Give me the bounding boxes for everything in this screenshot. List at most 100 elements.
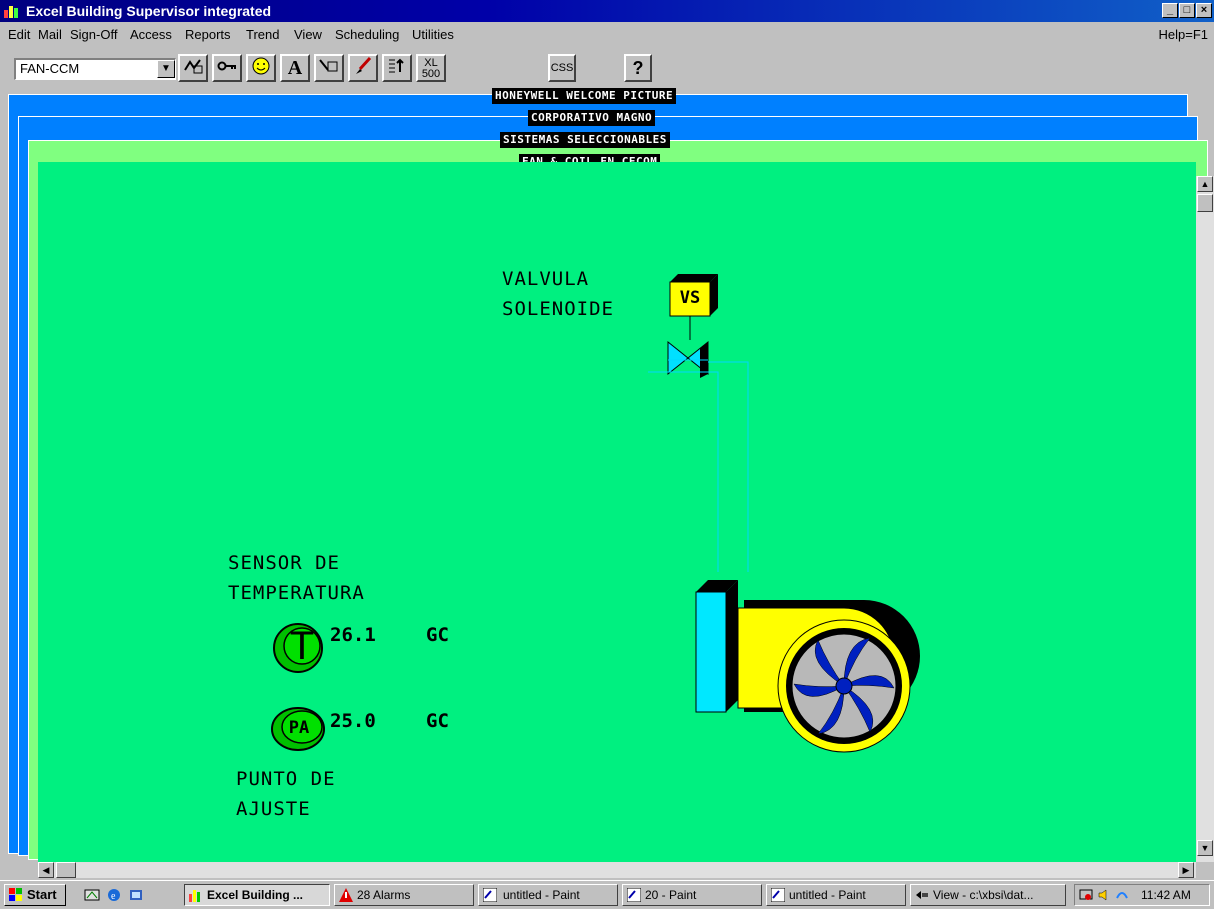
- svg-text:e: e: [111, 891, 116, 902]
- setpoint-label-line1: PUNTO DE: [236, 768, 336, 790]
- alarm-tool-button[interactable]: [178, 54, 208, 82]
- task-view-file[interactable]: View - c:\xbsi\dat...: [910, 884, 1066, 906]
- css-button[interactable]: CSS: [548, 54, 576, 82]
- menu-sign-off[interactable]: Sign-Off: [70, 24, 117, 46]
- scroll-left-icon[interactable]: ◀: [38, 862, 54, 878]
- app-icon: [4, 6, 18, 18]
- fan-coil-graphic: VALVULA SOLENOIDE VS SENSOR DE TEMPERATU…: [38, 162, 1196, 862]
- fan-coil-unit[interactable]: [694, 572, 924, 772]
- task-label: View - c:\xbsi\dat...: [933, 888, 1034, 902]
- taskbar: Start e Excel Building ... 28 Alarms unt…: [0, 880, 1214, 909]
- maximize-button[interactable]: □: [1179, 3, 1195, 18]
- point-tool-button[interactable]: [314, 54, 344, 82]
- workspace: HONEYWELL WELCOME PICTURE CORPORATIVO MA…: [0, 86, 1214, 878]
- key-icon: [217, 61, 236, 71]
- start-label: Start: [27, 887, 57, 902]
- paint-icon: [627, 888, 641, 902]
- setpoint-label-line2: AJUSTE: [236, 798, 311, 820]
- menu-view[interactable]: View: [294, 24, 322, 46]
- list-icon: [389, 58, 404, 73]
- temperature-value[interactable]: 26.1: [330, 624, 376, 646]
- coil-piping: [648, 359, 749, 572]
- title-bar[interactable]: Excel Building Supervisor integrated _ □…: [0, 0, 1214, 22]
- internet-explorer-icon[interactable]: e: [106, 887, 122, 903]
- minimize-button[interactable]: _: [1162, 3, 1178, 18]
- start-button[interactable]: Start: [4, 884, 66, 906]
- quick-launch: e: [80, 885, 178, 905]
- brush-icon: [356, 56, 372, 74]
- horizontal-scrollbar[interactable]: ◀ ▶: [38, 862, 1196, 878]
- valve-label-line2: SOLENOIDE: [502, 298, 614, 320]
- volume-icon[interactable]: [1097, 888, 1111, 902]
- list-tool-button[interactable]: [382, 54, 412, 82]
- close-button[interactable]: ×: [1196, 3, 1212, 18]
- task-paint-2[interactable]: 20 - Paint: [622, 884, 762, 906]
- setpoint-value[interactable]: 25.0: [330, 710, 376, 732]
- task-label: 20 - Paint: [645, 888, 697, 902]
- key-tool-button[interactable]: [212, 54, 242, 82]
- channels-icon[interactable]: [128, 887, 144, 903]
- menu-scheduling[interactable]: Scheduling: [335, 24, 399, 46]
- paint-icon: [483, 888, 497, 902]
- point-selector-value: FAN-CCM: [20, 61, 80, 76]
- vertical-scrollbar[interactable]: ▲ ▼: [1196, 176, 1214, 862]
- hscroll-thumb[interactable]: [56, 862, 76, 878]
- menu-trend[interactable]: Trend: [246, 24, 279, 46]
- setpoint-symbol: PA: [288, 718, 310, 738]
- scroll-right-icon[interactable]: ▶: [1178, 862, 1194, 878]
- temperature-unit: GC: [426, 624, 449, 646]
- sensor-label-line1: SENSOR DE: [228, 552, 340, 574]
- network-icon[interactable]: [1079, 888, 1093, 902]
- menu-access[interactable]: Access: [130, 24, 172, 46]
- menu-edit[interactable]: Edit: [8, 24, 30, 46]
- task-label: untitled - Paint: [503, 888, 580, 902]
- task-label: 28 Alarms: [357, 888, 411, 902]
- help-question-label: ?: [632, 58, 644, 78]
- scroll-thumb[interactable]: [1197, 194, 1213, 212]
- system-tray: 11:42 AM: [1074, 884, 1210, 906]
- app-window: Excel Building Supervisor integrated _ □…: [0, 0, 1214, 909]
- xl500-tool-button[interactable]: XL 500: [416, 54, 446, 82]
- help-button[interactable]: ?: [624, 54, 652, 82]
- task-paint-3[interactable]: untitled - Paint: [766, 884, 906, 906]
- excel-building-icon: [189, 890, 200, 902]
- paint-tool-button[interactable]: [348, 54, 378, 82]
- task-paint-1[interactable]: untitled - Paint: [478, 884, 618, 906]
- chevron-down-icon[interactable]: ▼: [157, 60, 175, 78]
- task-alarms[interactable]: 28 Alarms: [334, 884, 474, 906]
- desktop-icon[interactable]: [84, 887, 100, 903]
- clock[interactable]: 11:42 AM: [1141, 885, 1191, 905]
- smiley-icon: [252, 57, 270, 75]
- text-tool-button[interactable]: A: [280, 54, 310, 82]
- valve-label-line1: VALVULA: [502, 268, 590, 290]
- menu-utilities[interactable]: Utilities: [412, 24, 454, 46]
- sensor-label-line2: TEMPERATURA: [228, 582, 365, 604]
- point-selector-combo[interactable]: FAN-CCM ▼: [14, 58, 176, 80]
- alarm-warning-icon: [339, 888, 353, 902]
- layer-tab-corporativo[interactable]: CORPORATIVO MAGNO: [528, 110, 656, 126]
- windows-logo-icon: [9, 888, 22, 901]
- task-label: untitled - Paint: [789, 888, 866, 902]
- help-hint: Help=F1: [1158, 27, 1209, 42]
- alarm-tool-icon: [184, 59, 203, 74]
- paint-icon: [771, 888, 785, 902]
- task-label: Excel Building ...: [207, 888, 304, 902]
- temperature-symbol: T: [289, 624, 315, 668]
- operator-tool-button[interactable]: [246, 54, 276, 82]
- xl500-label: XL 500: [421, 57, 441, 80]
- layer-tab-sistemas[interactable]: SISTEMAS SELECCIONABLES: [500, 132, 670, 148]
- scroll-down-icon[interactable]: ▼: [1197, 840, 1213, 856]
- solenoid-actuator[interactable]: [666, 274, 726, 344]
- menu-mail[interactable]: Mail: [38, 24, 62, 46]
- menu-bar: Edit Mail Sign-Off Access Reports Trend …: [0, 24, 1214, 46]
- valve-code-label: VS: [679, 288, 701, 308]
- scheduler-icon[interactable]: [1115, 888, 1129, 902]
- setpoint-unit: GC: [426, 710, 449, 732]
- menu-reports[interactable]: Reports: [185, 24, 231, 46]
- task-excel-building[interactable]: Excel Building ...: [184, 884, 330, 906]
- scroll-up-icon[interactable]: ▲: [1197, 176, 1213, 192]
- view-icon: [916, 891, 928, 899]
- text-tool-label: A: [287, 57, 303, 79]
- layer-tab-welcome[interactable]: HONEYWELL WELCOME PICTURE: [492, 88, 677, 104]
- css-label: CSS: [550, 62, 574, 74]
